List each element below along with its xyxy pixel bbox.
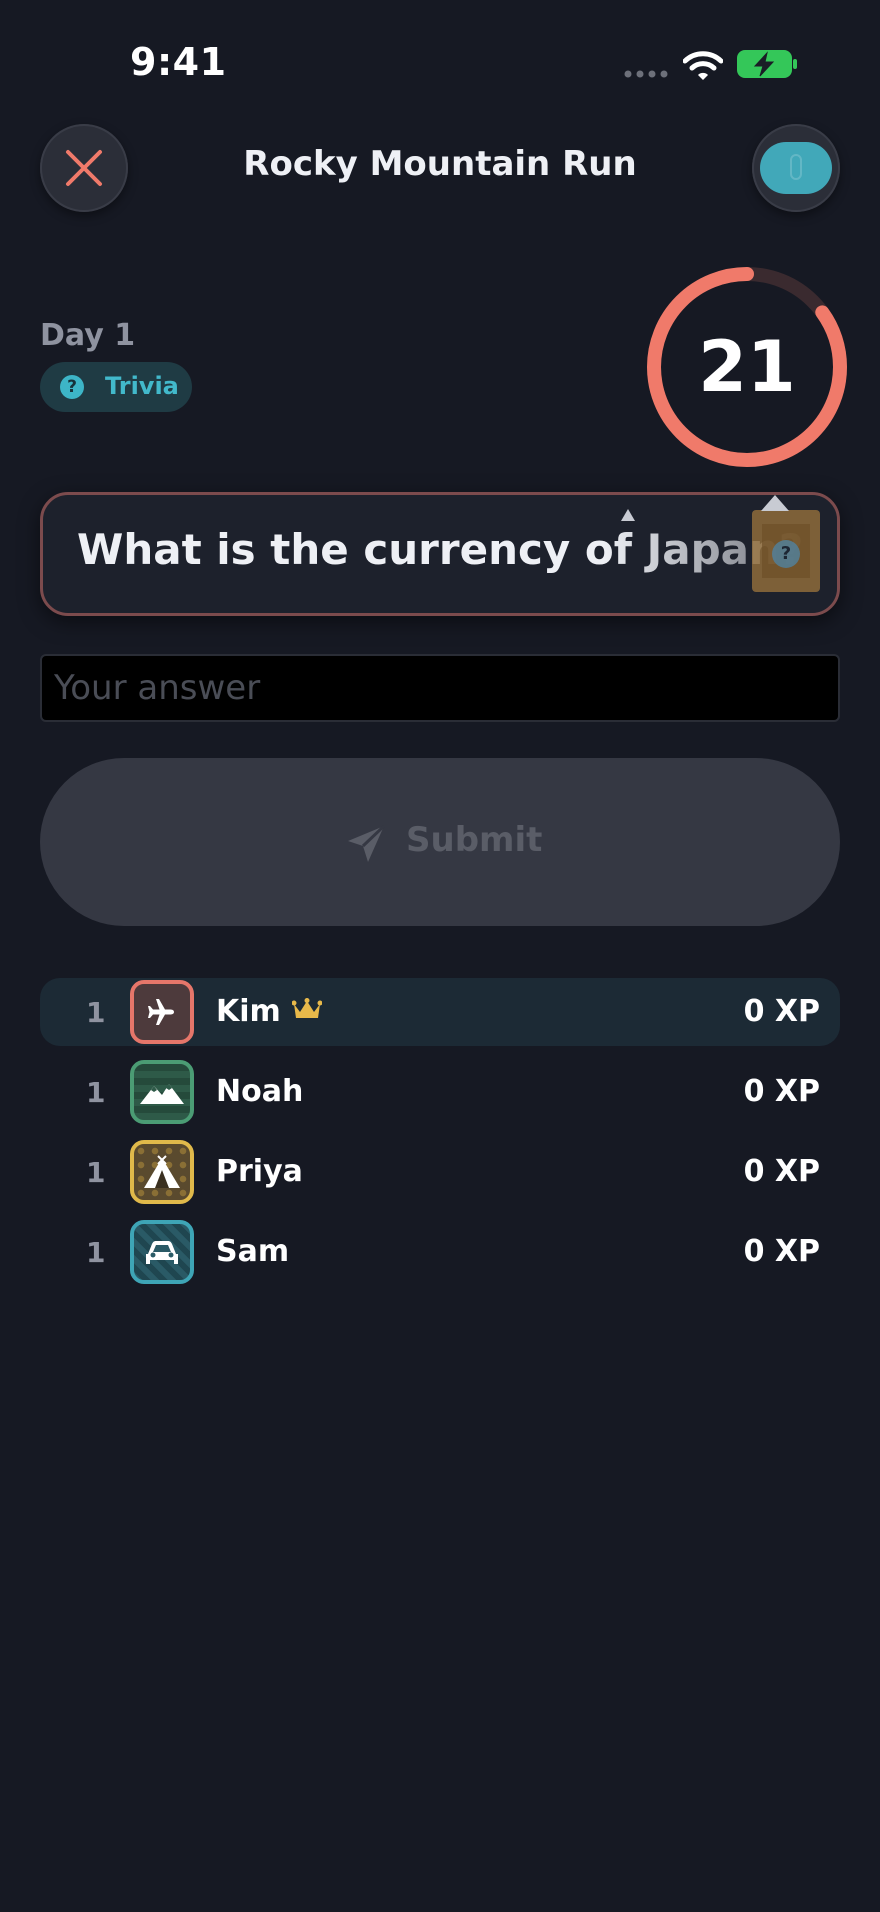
mountains-icon	[140, 1084, 184, 1104]
category-label: Trivia	[105, 372, 179, 400]
rank-label: 1	[86, 1236, 106, 1269]
rank-label: 1	[86, 996, 106, 1029]
xp-value: 0 XP	[743, 1234, 820, 1269]
battery-charging-icon	[737, 50, 797, 78]
avatar	[130, 1220, 194, 1284]
page-title: Rocky Mountain Run	[243, 144, 637, 184]
submit-button[interactable]: Submit	[40, 758, 840, 926]
airplane-icon	[148, 999, 174, 1025]
xp-value: 0 XP	[743, 1154, 820, 1189]
leaderboard-row: 1 Priya 0 XP	[40, 1138, 840, 1206]
rank-label: 1	[86, 1076, 106, 1109]
toggle-knob-mark	[790, 154, 802, 180]
player-name: Kim	[216, 994, 281, 1029]
submit-label: Submit	[406, 820, 543, 860]
signal-icon	[624, 70, 668, 78]
player-name: Priya	[216, 1154, 303, 1189]
car-icon	[146, 1241, 178, 1264]
send-icon	[348, 824, 386, 862]
wifi-icon	[683, 51, 723, 80]
close-button[interactable]	[40, 124, 128, 212]
avatar	[130, 980, 194, 1044]
category-badge: ? Trivia	[40, 362, 192, 412]
pin-icon	[621, 509, 635, 521]
stamp-icon: ?	[752, 510, 820, 592]
question-mark-icon: ?	[60, 375, 84, 399]
answer-input[interactable]	[40, 654, 840, 722]
crown-icon	[292, 998, 322, 1018]
leaderboard-row: 1 Kim 0 XP	[40, 978, 840, 1046]
leaderboard-row: 1 Noah 0 XP	[40, 1058, 840, 1126]
tent-icon	[144, 1155, 180, 1188]
player-name: Noah	[216, 1074, 304, 1109]
day-label: Day 1	[40, 318, 136, 353]
leaderboard-row: 1 Sam 0 XP	[40, 1218, 840, 1286]
pin-icon	[761, 495, 789, 511]
rank-label: 1	[86, 1156, 106, 1189]
close-icon	[66, 150, 102, 186]
avatar	[130, 1140, 194, 1204]
status-time: 9:41	[130, 40, 227, 84]
avatar	[130, 1060, 194, 1124]
player-name: Sam	[216, 1234, 290, 1269]
question-card: What is the currency of Japan?	[40, 492, 840, 616]
timer-value: 21	[698, 326, 796, 408]
xp-value: 0 XP	[743, 1074, 820, 1109]
xp-value: 0 XP	[743, 994, 820, 1029]
